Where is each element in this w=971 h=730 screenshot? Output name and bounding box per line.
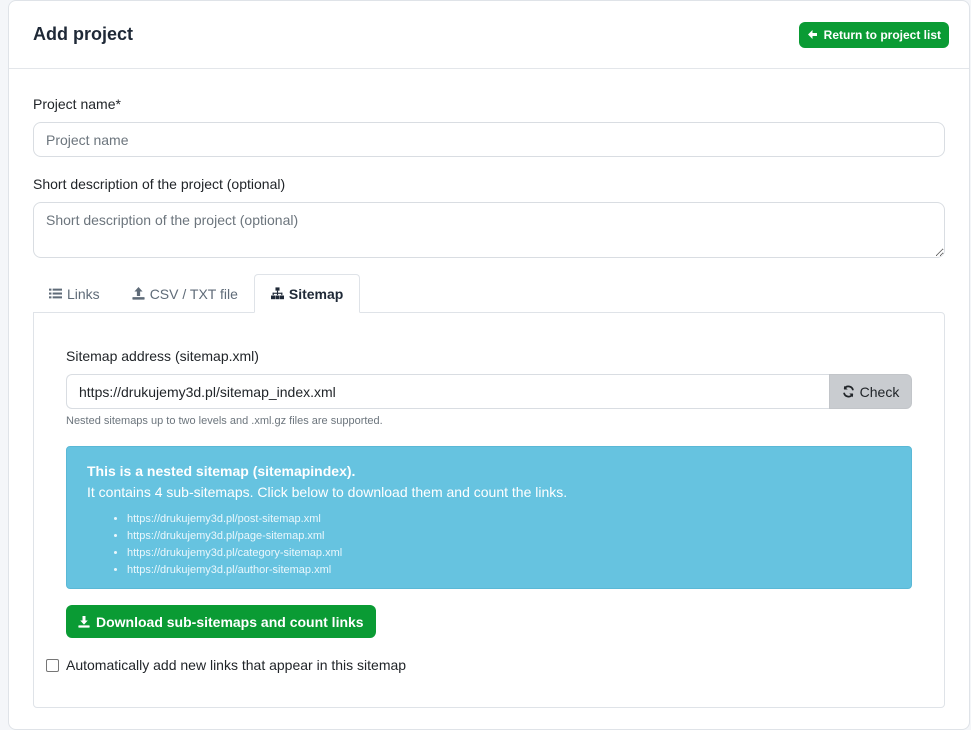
- list-item: https://drukujemy3d.pl/page-sitemap.xml: [127, 528, 891, 545]
- download-button-label: Download sub-sitemaps and count links: [96, 613, 364, 630]
- auto-add-links-row[interactable]: Automatically add new links that appear …: [46, 657, 406, 673]
- auto-add-links-label: Automatically add new links that appear …: [66, 657, 407, 673]
- sitemap-address-input[interactable]: [66, 374, 829, 409]
- card-header: Add project Return to project list: [9, 1, 969, 69]
- list-item: https://drukujemy3d.pl/category-sitemap.…: [127, 545, 891, 562]
- check-button[interactable]: Check: [829, 374, 912, 409]
- alert-text: It contains 4 sub-sitemaps. Click below …: [87, 484, 568, 500]
- sub-sitemap-list: https://drukujemy3d.pl/post-sitemap.xml …: [87, 511, 891, 579]
- description-textarea[interactable]: [33, 202, 945, 258]
- project-name-input[interactable]: [33, 122, 945, 157]
- sitemap-tab-panel: Sitemap address (sitemap.xml) Check Nest…: [33, 312, 945, 708]
- tab-csv-txt-label: CSV / TXT file: [149, 285, 238, 302]
- tab-sitemap[interactable]: Sitemap: [253, 274, 361, 313]
- check-button-label: Check: [859, 383, 900, 400]
- page-title: Add project: [33, 24, 134, 44]
- list-icon: [49, 288, 62, 299]
- list-item: https://drukujemy3d.pl/author-sitemap.xm…: [127, 562, 891, 579]
- add-project-card: Add project Return to project list Proje…: [8, 0, 970, 730]
- tab-sitemap-label: Sitemap: [288, 285, 344, 302]
- download-sub-sitemaps-button[interactable]: Download sub-sitemaps and count links: [66, 605, 376, 638]
- tab-links[interactable]: Links: [33, 274, 116, 313]
- source-tabs: Links CSV / TXT file Sitemap: [33, 274, 361, 313]
- refresh-icon: [842, 385, 854, 398]
- alert-title: This is a nested sitemap (sitemapindex).: [87, 463, 356, 479]
- sitemap-icon: [270, 287, 284, 300]
- list-item: https://drukujemy3d.pl/post-sitemap.xml: [127, 511, 891, 528]
- tab-csv-txt[interactable]: CSV / TXT file: [116, 274, 254, 313]
- description-label: Short description of the project (option…: [33, 176, 286, 192]
- nested-sitemap-alert: This is a nested sitemap (sitemapindex).…: [66, 446, 912, 589]
- project-name-label: Project name*: [33, 96, 121, 112]
- return-button-label: Return to project list: [823, 27, 941, 42]
- auto-add-links-checkbox[interactable]: [46, 658, 59, 672]
- upload-icon: [132, 287, 145, 300]
- arrow-left-icon: [807, 30, 817, 39]
- sitemap-input-group: Check: [66, 374, 912, 409]
- sitemap-help-text: Nested sitemaps up to two levels and .xm…: [66, 415, 383, 427]
- tab-links-label: Links: [67, 285, 100, 302]
- sitemap-address-label: Sitemap address (sitemap.xml): [66, 348, 259, 364]
- download-icon: [78, 615, 90, 628]
- return-to-project-list-button[interactable]: Return to project list: [798, 21, 949, 48]
